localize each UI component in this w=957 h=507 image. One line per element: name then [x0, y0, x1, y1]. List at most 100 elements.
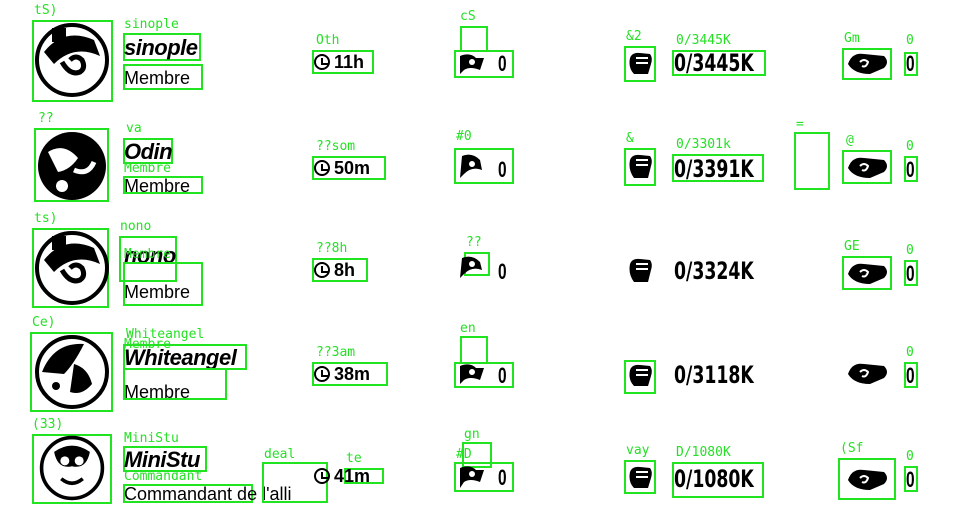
time-annotation: ??som: [316, 139, 356, 154]
fist-icon: [629, 258, 652, 282]
count-1: 0: [498, 51, 507, 76]
last-seen-value: 11h: [334, 52, 365, 72]
avatar-icon[interactable]: [34, 230, 110, 306]
member-rank: Membre: [124, 176, 191, 196]
avatar-icon[interactable]: [34, 128, 110, 204]
last-seen-value: 38m: [334, 364, 371, 384]
name-sub-annotation: Membre: [124, 161, 171, 176]
last-seen-value: 41m: [334, 466, 371, 486]
count3-annotation: 0: [906, 449, 914, 464]
hand-icon: [848, 157, 887, 178]
count-3: 0: [906, 51, 915, 76]
flag-icon: [460, 256, 482, 278]
last-seen: 8h: [314, 260, 355, 280]
count-3: 0: [906, 363, 915, 388]
last-seen: 50m: [314, 158, 370, 178]
icon1-annotation: ??: [466, 235, 482, 250]
last-seen-value: 50m: [334, 158, 371, 178]
member-row[interactable]: ?? va Odin Membre Membre ??som 50m #0 0 …: [0, 104, 957, 207]
name-annotation: MiniStu: [124, 431, 179, 446]
clock-icon: [314, 468, 330, 484]
name-annotation: nono: [120, 219, 152, 234]
member-rank: Membre: [124, 68, 191, 88]
count3-annotation: 0: [906, 243, 914, 258]
last-seen: 38m: [314, 364, 370, 384]
last-seen: 41m: [314, 466, 370, 486]
count3-annotation: 0: [906, 345, 914, 360]
count-1: 0: [498, 465, 507, 490]
score-value: 0/3118K: [674, 361, 754, 389]
count-1: 0: [498, 259, 507, 284]
score-annotation: D/1080K: [676, 445, 731, 460]
avatar-annotation: (33): [32, 417, 64, 432]
name-sub-annotation: Commandant: [124, 469, 203, 484]
fist-icon: [629, 154, 652, 178]
last-seen: 11h: [314, 52, 364, 72]
count3-annotation: 0: [906, 139, 914, 154]
icon1-annotation: en: [460, 321, 476, 336]
clock-icon: [314, 262, 330, 278]
last-seen-value: 8h: [334, 260, 356, 280]
icon2-annotation: vay: [626, 443, 650, 458]
name-sub-annotation: Membre: [124, 337, 171, 352]
fist-icon: [629, 52, 652, 74]
score-annotation: 0/3445K: [676, 33, 731, 48]
icon1-annotation: #0: [456, 129, 472, 144]
icon2-annotation: &: [626, 131, 634, 146]
icon1-box: [460, 26, 488, 52]
count3-annotation: 0: [906, 33, 914, 48]
count-3: 0: [906, 157, 915, 182]
score-annotation: 0/3301k: [676, 137, 731, 152]
deal-annotation: deal: [264, 447, 296, 462]
count-1: 0: [498, 363, 507, 388]
flag-icon: [460, 54, 484, 74]
score-value: 0/3324K: [674, 257, 754, 285]
avatar-annotation: Ce): [32, 315, 56, 330]
member-rank: Membre: [124, 282, 191, 302]
fist-icon: [629, 364, 652, 386]
icon3-annotation: (Sf: [840, 441, 864, 456]
count-1: 0: [498, 157, 507, 182]
avatar-icon[interactable]: [34, 434, 110, 502]
count-3: 0: [906, 467, 915, 492]
icon1-box: [460, 336, 488, 364]
member-row[interactable]: Ce) Whiteangel Whiteangel Membre Membre …: [0, 312, 957, 415]
icon1-annotation: gn: [464, 427, 480, 442]
time-annotation: Oth: [316, 33, 340, 48]
icon3-annotation: @: [846, 133, 854, 148]
time-annotation: te: [346, 451, 362, 466]
score-value: 0/3445K: [674, 49, 754, 77]
member-row[interactable]: tS) sinople sinople Membre Oth 11h cS 0 …: [0, 0, 957, 103]
avatar-annotation: ts): [34, 211, 58, 226]
hand-icon: [848, 469, 887, 490]
score-value: 0/1080K: [674, 465, 754, 493]
flag-icon: [460, 154, 482, 178]
hand-icon: [848, 263, 887, 284]
member-row[interactable]: ts) nono nono Membre Membre ??8h 8h ?? 0…: [0, 208, 957, 311]
time-annotation: ??8h: [316, 241, 348, 256]
avatar-annotation: ??: [38, 111, 54, 126]
empty-slot[interactable]: [794, 132, 830, 190]
member-name[interactable]: sinople: [124, 36, 198, 60]
flag-icon: [460, 364, 484, 384]
time-annotation: ??3am: [316, 345, 356, 360]
member-row[interactable]: (33) MiniStu MiniStu Commandant Commanda…: [0, 416, 957, 504]
icon1-annotation: cS: [460, 9, 476, 24]
clock-icon: [314, 160, 330, 176]
name-annotation: va: [126, 121, 142, 136]
score-value: 0/3391K: [674, 155, 754, 183]
member-rank: Membre: [124, 382, 191, 402]
count-3: 0: [906, 261, 915, 286]
icon2-annotation: &2: [626, 29, 642, 44]
avatar-icon[interactable]: [34, 22, 110, 98]
icon3-annotation: Gm: [844, 31, 860, 46]
name-sub-annotation: Membre: [124, 247, 171, 262]
avatar-annotation: tS): [34, 3, 58, 18]
flag-icon: [460, 466, 484, 488]
avatar-icon[interactable]: [34, 334, 110, 410]
clock-icon: [314, 366, 330, 382]
extra-annotation: =: [796, 117, 804, 132]
name-annotation: sinople: [124, 17, 179, 32]
fist-icon: [629, 466, 652, 488]
icon3-annotation: GE: [844, 239, 860, 254]
